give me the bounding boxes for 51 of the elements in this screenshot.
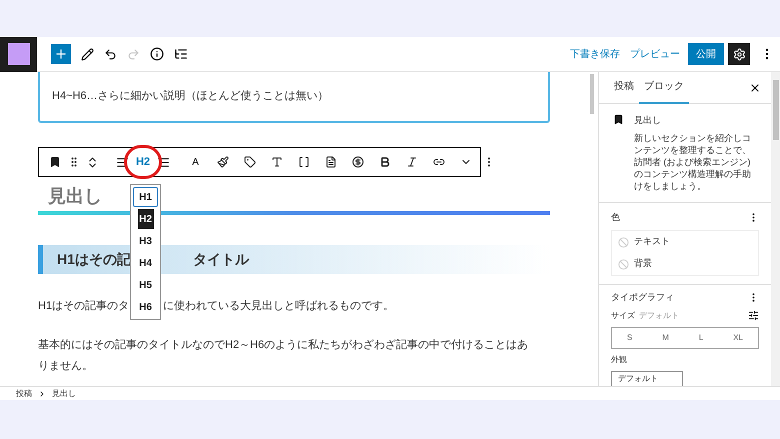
heading-level-option[interactable]: H1 — [133, 187, 158, 207]
info-icon[interactable] — [150, 47, 164, 61]
undo-icon[interactable] — [104, 48, 117, 60]
heading-block-text: H1はその記 — [57, 250, 131, 269]
heading-level-option[interactable]: H2 — [138, 209, 154, 229]
publish-button[interactable]: 公開 — [688, 43, 724, 65]
bookmark-icon — [613, 114, 624, 125]
settings-icon — [732, 48, 746, 60]
close-icon[interactable] — [749, 82, 761, 94]
heading-level-button[interactable]: H2 — [132, 148, 154, 176]
paragraph: H1はその記事のタ — [38, 299, 130, 314]
paragraph: に使われている大見出しと呼ばれるものです。 — [163, 299, 394, 314]
save-draft-link[interactable]: 下書き保存 — [570, 46, 620, 62]
edit-icon[interactable] — [81, 48, 94, 60]
heading-block-text: タイトル — [192, 250, 249, 269]
add-block-button[interactable] — [51, 44, 71, 64]
sidebar-tab[interactable]: 投稿 — [609, 72, 639, 104]
scrollbar — [590, 74, 594, 114]
heading-level-option[interactable]: H3 — [133, 231, 158, 251]
size-option[interactable]: S — [622, 332, 636, 344]
heading-level-option[interactable]: H5 — [133, 275, 158, 295]
preview-link[interactable]: プレビュー — [630, 46, 680, 62]
size-option[interactable]: L — [694, 332, 708, 344]
heading-level-option[interactable]: H6 — [133, 297, 158, 317]
no-color-icon — [618, 258, 629, 270]
color-option[interactable]: テキスト — [612, 231, 758, 253]
size-option[interactable]: M — [658, 332, 673, 344]
block-description: 新しいセクションを紹介しコンテンツを整理することで、訪問者 (および検索エンジン) のコンテンツ構造理解の手助けをしましょう。 — [634, 132, 752, 192]
block-name: 見出し — [634, 114, 662, 127]
list-view-icon[interactable] — [174, 47, 188, 61]
plus-icon — [54, 47, 68, 61]
color-option[interactable]: 背景 — [612, 253, 758, 275]
heading-text: 見出し — [48, 184, 102, 208]
breadcrumb-link[interactable]: 見出し — [52, 388, 76, 400]
site-logo[interactable] — [0, 36, 37, 72]
chevron-right-icon — [38, 390, 46, 398]
settings-button[interactable] — [728, 43, 750, 65]
section-title: 色 — [611, 210, 620, 224]
heading-level-option[interactable]: H4 — [133, 253, 158, 273]
callout-text: H4~H6…さらに細かい説明（ほとんど使うことは無い） — [52, 89, 329, 104]
appearance-label: 外観 — [611, 354, 628, 366]
text-color-button[interactable]: A — [182, 148, 209, 176]
no-color-icon — [618, 236, 629, 248]
sliders-icon[interactable] — [748, 310, 759, 321]
breadcrumb-link[interactable]: 投稿 — [16, 388, 32, 400]
size-value: デフォルト — [639, 310, 679, 322]
size-label: サイズ — [611, 310, 635, 322]
paragraph: 基本的にはその記事のタイトルなのでH2～H6のように私たちがわざわざ記事の中で付けることはありません。 — [38, 338, 530, 374]
sidebar-tab[interactable]: ブロック — [639, 72, 689, 104]
section-title: タイポグラフィ — [611, 291, 674, 304]
size-option[interactable]: XL — [729, 332, 747, 344]
